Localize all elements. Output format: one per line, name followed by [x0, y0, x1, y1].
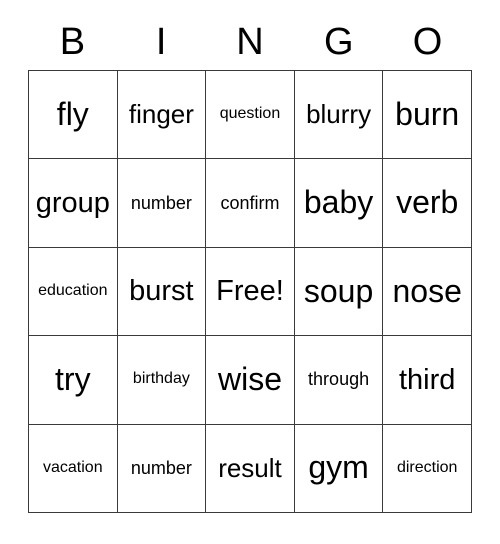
bingo-cell-label: direction [396, 458, 458, 476]
header-letter-n: N [236, 21, 264, 63]
bingo-cell-label: blurry [306, 99, 372, 130]
bingo-row: vacation number result gym direction [28, 423, 472, 513]
bingo-cell-g4[interactable]: through [293, 335, 384, 425]
bingo-cell-n2[interactable]: confirm [205, 158, 295, 248]
bingo-cell-n4[interactable]: wise [205, 335, 295, 425]
bingo-row: group number confirm baby verb [28, 158, 472, 248]
bingo-cell-free-space[interactable]: Free! [205, 246, 295, 337]
bingo-cell-o5[interactable]: direction [382, 423, 472, 513]
bingo-cell-i3[interactable]: burst [116, 246, 207, 337]
bingo-cell-g3[interactable]: soup [293, 246, 384, 337]
bingo-row: fly finger question blurry burn [28, 69, 472, 160]
bingo-cell-b5[interactable]: vacation [28, 423, 118, 513]
bingo-row: education burst Free! soup nose [28, 246, 472, 337]
bingo-cell-label: verb [396, 184, 459, 221]
bingo-header-row: B I N G O [28, 14, 472, 70]
bingo-cell-o2[interactable]: verb [382, 158, 472, 248]
bingo-cell-i4[interactable]: birthday [116, 335, 207, 425]
bingo-cell-b3[interactable]: education [28, 246, 118, 337]
header-letter-b: B [59, 21, 86, 63]
bingo-cell-label: education [38, 282, 108, 300]
bingo-cell-label: nose [392, 272, 462, 309]
bingo-cell-label: fly [56, 95, 89, 132]
bingo-card: B I N G O fly finger question blurry bur… [28, 14, 472, 513]
bingo-cell-label: birthday [132, 370, 190, 388]
bingo-cell-label: burn [395, 95, 460, 132]
bingo-grid: fly finger question blurry burn group nu… [28, 69, 472, 513]
bingo-cell-b4[interactable]: try [28, 335, 118, 425]
header-letter-o: O [412, 21, 443, 63]
bingo-cell-g5[interactable]: gym [293, 423, 384, 513]
bingo-cell-b1[interactable]: fly [28, 69, 118, 160]
bingo-row: try birthday wise through third [28, 335, 472, 425]
bingo-cell-label: vacation [43, 458, 103, 476]
bingo-cell-n1[interactable]: question [205, 69, 295, 160]
bingo-cell-o4[interactable]: third [382, 335, 472, 425]
bingo-cell-o3[interactable]: nose [382, 246, 472, 337]
bingo-cell-label: through [308, 369, 370, 390]
bingo-cell-label: number [130, 192, 192, 213]
bingo-cell-label: third [398, 363, 456, 396]
bingo-cell-label: wise [217, 361, 282, 398]
bingo-cell-label: result [218, 452, 282, 483]
header-letter-g: G [324, 21, 354, 63]
bingo-cell-label: group [35, 186, 110, 219]
bingo-cell-g2[interactable]: baby [293, 158, 384, 248]
bingo-cell-g1[interactable]: blurry [293, 69, 384, 160]
bingo-cell-label: baby [303, 184, 374, 221]
bingo-cell-i1[interactable]: finger [116, 69, 207, 160]
bingo-cell-label: confirm [220, 192, 280, 213]
bingo-cell-label: finger [128, 99, 194, 130]
bingo-cell-label: gym [308, 449, 369, 486]
bingo-cell-label: try [55, 361, 91, 398]
bingo-cell-label: burst [129, 275, 194, 308]
bingo-cell-o1[interactable]: burn [382, 69, 472, 160]
header-letter-i: I [155, 21, 167, 63]
bingo-cell-b2[interactable]: group [28, 158, 118, 248]
bingo-cell-n5[interactable]: result [205, 423, 295, 513]
free-space-label: Free! [216, 275, 284, 308]
bingo-cell-label: number [130, 457, 192, 478]
bingo-cell-i2[interactable]: number [116, 158, 207, 248]
bingo-cell-label: question [219, 105, 281, 123]
bingo-cell-i5[interactable]: number [116, 423, 207, 513]
bingo-cell-label: soup [303, 272, 374, 309]
